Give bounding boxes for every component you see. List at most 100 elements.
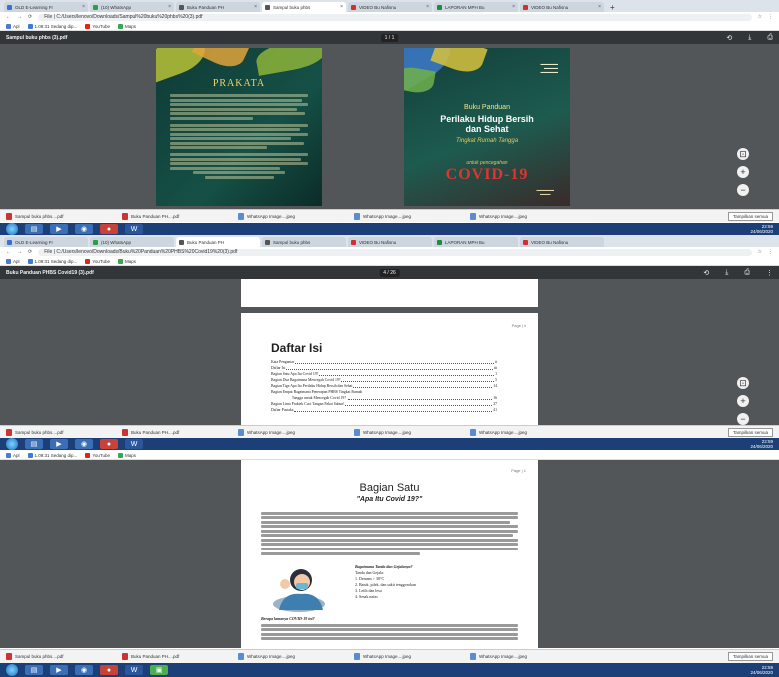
- zoom-out-icon[interactable]: −: [737, 184, 749, 196]
- bookmark-youtube[interactable]: YouTube: [85, 23, 110, 29]
- media-icon[interactable]: ▶: [50, 439, 68, 449]
- back-icon[interactable]: ←: [6, 14, 11, 20]
- bookmark-maps[interactable]: Maps: [118, 23, 136, 29]
- browser-tab[interactable]: Buku Panduan PH ×: [176, 2, 260, 12]
- media-icon[interactable]: ▶: [50, 224, 68, 234]
- show-all-button[interactable]: Tampilkan semua: [727, 427, 773, 437]
- star-icon[interactable]: ☆: [758, 14, 762, 20]
- download-item[interactable]: WhatsApp Image....jpeg: [470, 212, 580, 220]
- app-icon[interactable]: ▣: [150, 665, 168, 675]
- zoom-out-icon[interactable]: −: [737, 413, 749, 425]
- close-icon[interactable]: ×: [426, 4, 429, 10]
- page-indicator[interactable]: 1 / 1: [380, 33, 399, 42]
- download-item[interactable]: WhatsApp Image....jpeg: [470, 653, 580, 660]
- chrome-icon[interactable]: ●: [100, 665, 118, 675]
- download-item[interactable]: Buku Panduan PH....pdf: [122, 428, 232, 436]
- new-tab-button[interactable]: +: [606, 3, 619, 12]
- start-button[interactable]: [6, 664, 18, 676]
- zoom-in-icon[interactable]: +: [737, 395, 749, 407]
- download-item[interactable]: WhatsApp Image....jpeg: [238, 428, 348, 436]
- bookmark-maps[interactable]: Maps: [118, 452, 136, 458]
- download-item[interactable]: Buku Panduan PH....pdf: [122, 212, 232, 220]
- word-icon[interactable]: W: [125, 665, 143, 675]
- browser-icon[interactable]: ◉: [75, 665, 93, 675]
- pdf-file-icon: [6, 428, 12, 436]
- fit-page-icon[interactable]: ⊡: [737, 148, 749, 160]
- bookmark-youtube[interactable]: YouTube: [85, 452, 110, 458]
- media-icon[interactable]: ▶: [50, 665, 68, 675]
- start-button[interactable]: [6, 438, 18, 450]
- page-indicator[interactable]: 4 / 26: [379, 268, 400, 277]
- download-item[interactable]: WhatsApp Image....jpeg: [354, 653, 464, 660]
- bookmark-apps[interactable]: Apl: [6, 23, 20, 29]
- browser-tab[interactable]: LAPORAN MPH Bu ×: [434, 2, 518, 12]
- download-item[interactable]: WhatsApp Image....jpeg: [354, 212, 464, 220]
- browser-tab[interactable]: OLD E-Learning Fr: [4, 237, 88, 247]
- browser-icon[interactable]: ◉: [75, 439, 93, 449]
- close-icon[interactable]: ×: [512, 4, 515, 10]
- menu-icon[interactable]: ⋮: [768, 249, 773, 255]
- explorer-icon[interactable]: ▤: [25, 439, 43, 449]
- download-icon[interactable]: ⤓: [748, 34, 751, 42]
- bookmark-item[interactable]: 1.09:31 Sedang dip...: [27, 23, 77, 29]
- close-icon[interactable]: ×: [340, 4, 343, 10]
- word-icon[interactable]: W: [125, 224, 143, 234]
- zoom-in-icon[interactable]: +: [737, 166, 749, 178]
- forward-icon[interactable]: →: [17, 14, 22, 20]
- bookmark-item[interactable]: 1.09:31 Sedang dip...: [27, 258, 77, 264]
- print-icon[interactable]: ⎙: [767, 34, 773, 42]
- close-icon[interactable]: ×: [168, 4, 171, 10]
- browser-tab[interactable]: LAPORAN MPH Bu: [434, 237, 518, 247]
- print-icon[interactable]: ⎙: [744, 269, 750, 277]
- download-item[interactable]: Sampul buku phbs....pdf: [6, 212, 116, 220]
- download-item[interactable]: Sampul buku phbs....pdf: [6, 428, 116, 436]
- browser-icon[interactable]: ◉: [75, 224, 93, 234]
- browser-tab-active[interactable]: Buku Panduan PH: [176, 237, 260, 247]
- bookmark-youtube[interactable]: YouTube: [85, 258, 110, 264]
- bookmark-item[interactable]: 1.09:31 Sedang dip...: [27, 452, 77, 458]
- browser-tab[interactable]: VIDEO Bu Nafisnu ×: [348, 2, 432, 12]
- bookmark-apps[interactable]: Apl: [6, 258, 20, 264]
- reload-icon[interactable]: ⟳: [28, 14, 32, 20]
- browser-tab[interactable]: (10) WhatsApp ×: [90, 2, 174, 12]
- show-all-button[interactable]: Tampilkan semua: [727, 211, 773, 221]
- download-icon[interactable]: ⤓: [725, 269, 728, 277]
- rotate-icon[interactable]: ⟲: [726, 34, 732, 42]
- bookmark-apps[interactable]: Apl: [6, 452, 20, 458]
- browser-tab-active[interactable]: Sampul buku phbs ×: [262, 2, 346, 12]
- browser-tab[interactable]: VIDEO Bu Nafisnu: [520, 237, 604, 247]
- bookmark-maps[interactable]: Maps: [118, 258, 136, 264]
- download-item[interactable]: WhatsApp Image....jpeg: [354, 428, 464, 436]
- explorer-icon[interactable]: ▤: [25, 665, 43, 675]
- browser-tab[interactable]: VIDEO Bu Nafisnu ×: [520, 2, 604, 12]
- rotate-icon[interactable]: ⟲: [703, 269, 709, 277]
- toc-row[interactable]: Daftar Pustaka 41: [271, 407, 497, 413]
- back-icon[interactable]: ←: [6, 249, 11, 255]
- download-item[interactable]: WhatsApp Image....jpeg: [238, 653, 348, 660]
- close-icon[interactable]: ×: [254, 4, 257, 10]
- more-icon[interactable]: ⋮: [766, 269, 773, 277]
- browser-tab[interactable]: VIDEO Bu Nafisnu: [348, 237, 432, 247]
- url-input[interactable]: File | C:/Users/lenovo/Downloads/Sampul%…: [38, 13, 752, 21]
- chrome-icon[interactable]: ●: [100, 224, 118, 234]
- download-item[interactable]: Buku Panduan PH....pdf: [122, 653, 232, 660]
- word-icon[interactable]: W: [125, 439, 143, 449]
- fit-page-icon[interactable]: ⊡: [737, 377, 749, 389]
- download-item[interactable]: WhatsApp Image....jpeg: [470, 428, 580, 436]
- chrome-icon[interactable]: ●: [100, 439, 118, 449]
- forward-icon[interactable]: →: [17, 249, 22, 255]
- close-icon[interactable]: ×: [82, 4, 85, 10]
- browser-tab[interactable]: (10) WhatsApp: [90, 237, 174, 247]
- reload-icon[interactable]: ⟳: [28, 249, 32, 255]
- browser-tab[interactable]: OLD E-Learning Fr ×: [4, 2, 88, 12]
- close-icon[interactable]: ×: [598, 4, 601, 10]
- show-all-button[interactable]: Tampilkan semua: [727, 652, 773, 661]
- menu-icon[interactable]: ⋮: [768, 14, 773, 20]
- start-button[interactable]: [6, 223, 18, 235]
- download-item[interactable]: Sampul buku phbs....pdf: [6, 653, 116, 660]
- star-icon[interactable]: ☆: [758, 249, 762, 255]
- url-input[interactable]: File | C:/Users/lenovo/Downloads/Buku%20…: [38, 248, 752, 256]
- download-item[interactable]: WhatsApp Image....jpeg: [238, 212, 348, 220]
- browser-tab[interactable]: Sampul buku phbs: [262, 237, 346, 247]
- explorer-icon[interactable]: ▤: [25, 224, 43, 234]
